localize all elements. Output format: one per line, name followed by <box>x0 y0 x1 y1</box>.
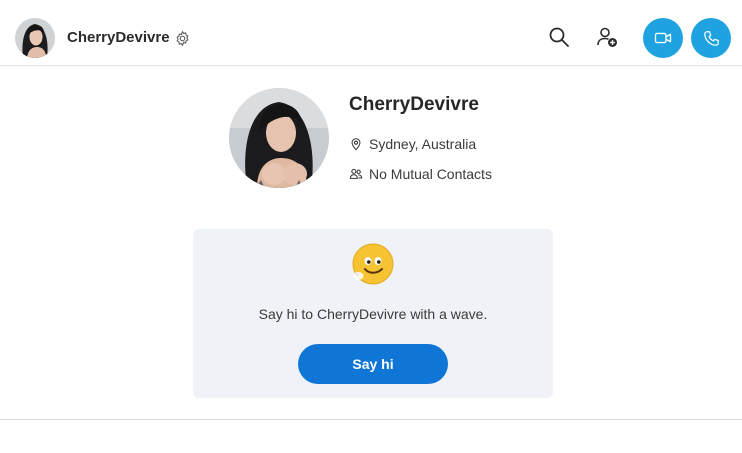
video-call-button[interactable] <box>643 18 683 58</box>
profile-name: CherryDevivre <box>349 94 479 115</box>
wave-card: Say hi to CherryDevivre with a wave. Say… <box>193 229 553 398</box>
waving-smiley-emoji <box>352 243 394 285</box>
location-row: Sydney, Australia <box>349 136 476 152</box>
location-pin-icon <box>351 138 361 151</box>
audio-call-button[interactable] <box>691 18 731 58</box>
people-icon <box>349 168 363 179</box>
gear-icon[interactable] <box>174 30 191 47</box>
search-button[interactable] <box>546 25 572 51</box>
say-hi-button[interactable]: Say hi <box>298 344 448 384</box>
add-contact-button[interactable] <box>594 25 620 51</box>
contact-avatar[interactable] <box>15 18 55 58</box>
phone-icon <box>703 30 719 46</box>
header-contact-name[interactable]: CherryDevivre <box>67 29 170 47</box>
wave-message: Say hi to CherryDevivre with a wave. <box>258 306 488 322</box>
mutual-contacts-row: No Mutual Contacts <box>349 166 492 182</box>
location-text: Sydney, Australia <box>369 136 477 152</box>
video-camera-icon <box>654 32 672 44</box>
profile-avatar <box>229 88 329 188</box>
divider <box>0 419 742 420</box>
search-icon <box>549 27 569 47</box>
chat-header: CherryDevivre <box>0 0 742 66</box>
mutual-contacts-text: No Mutual Contacts <box>369 166 492 182</box>
add-person-icon <box>597 27 617 47</box>
